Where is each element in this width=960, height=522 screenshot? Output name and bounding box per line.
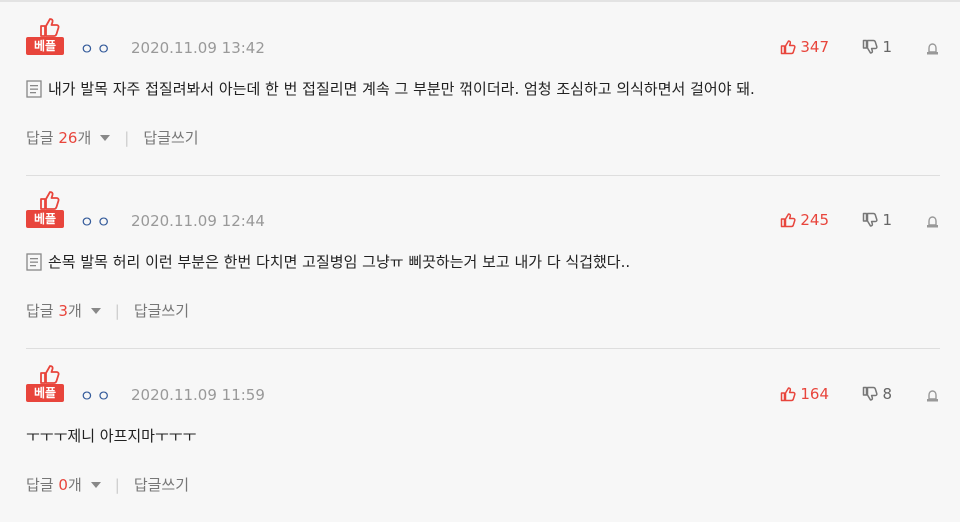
- comment-text: ㅜㅜㅜ제니 아프지마ㅜㅜㅜ: [26, 427, 197, 445]
- like-button[interactable]: 245: [780, 211, 829, 229]
- comment-footer: 답글 0개 | 답글쓰기: [26, 474, 189, 495]
- dislike-button[interactable]: 8: [862, 385, 892, 403]
- write-reply-link[interactable]: 답글쓰기: [134, 474, 189, 495]
- comment-item: 베플 ㅇㅇ 2020.11.09 13:42 347 1 내가 발목 자주 접질…: [0, 0, 960, 175]
- comment-item: 베플 ㅇㅇ 2020.11.09 11:59 164 8 ㅜㅜㅜ제니 아프지마ㅜ…: [0, 347, 960, 522]
- comment-text: 내가 발목 자주 접질려봐서 아는데 한 번 접질리면 계속 그 부분만 꺾이더…: [48, 80, 755, 98]
- report-icon[interactable]: [925, 214, 940, 229]
- thumbs-up-icon: [781, 213, 796, 228]
- reply-suffix: 개: [67, 476, 82, 494]
- dropdown-arrow-icon[interactable]: [90, 307, 101, 314]
- dislike-count: 1: [882, 38, 892, 56]
- thumbs-up-icon: [781, 40, 796, 55]
- separator: |: [114, 475, 120, 494]
- reply-toggle[interactable]: 답글 3개: [26, 300, 82, 321]
- comment-date: 2020.11.09 13:42: [131, 39, 265, 57]
- dropdown-arrow-icon[interactable]: [90, 481, 101, 488]
- reply-count: 26: [58, 129, 78, 147]
- reply-toggle[interactable]: 답글 26개: [26, 127, 91, 148]
- write-reply-link[interactable]: 답글쓰기: [134, 300, 189, 321]
- best-thumb-icon: [40, 18, 60, 37]
- like-count: 347: [800, 38, 829, 56]
- comment-body: ㅜㅜㅜ제니 아프지마ㅜㅜㅜ: [26, 425, 196, 446]
- best-comment-badge: 베플: [26, 189, 64, 229]
- reply-count: 3: [58, 302, 68, 320]
- nickname[interactable]: ㅇㅇ: [80, 211, 114, 232]
- reply-label: 답글: [26, 129, 54, 147]
- nickname[interactable]: ㅇㅇ: [80, 38, 114, 59]
- reply-suffix: 개: [67, 302, 82, 320]
- memo-icon: [26, 252, 42, 271]
- separator: |: [124, 128, 130, 147]
- best-comment-badge: 베플: [26, 363, 64, 403]
- thumbs-down-icon: [863, 386, 879, 401]
- reply-count: 0: [58, 476, 68, 494]
- thumbs-down-icon: [863, 212, 879, 227]
- comment-footer: 답글 3개 | 답글쓰기: [26, 300, 189, 321]
- comment-item: 베플 ㅇㅇ 2020.11.09 12:44 245 1 손목 발목 허리 이런…: [0, 173, 960, 348]
- like-count: 164: [800, 385, 829, 403]
- best-thumb-icon: [40, 365, 60, 384]
- comment-footer: 답글 26개 | 답글쓰기: [26, 127, 199, 148]
- reply-label: 답글: [26, 302, 54, 320]
- comment-date: 2020.11.09 12:44: [131, 212, 265, 230]
- like-button[interactable]: 164: [780, 385, 829, 403]
- best-comment-badge: 베플: [26, 16, 64, 56]
- thumbs-up-icon: [781, 387, 796, 402]
- like-button[interactable]: 347: [780, 38, 829, 56]
- memo-icon: [26, 79, 42, 98]
- comment-body: 내가 발목 자주 접질려봐서 아는데 한 번 접질리면 계속 그 부분만 꺾이더…: [26, 78, 755, 99]
- reply-label: 답글: [26, 476, 54, 494]
- dislike-count: 1: [882, 211, 892, 229]
- nickname[interactable]: ㅇㅇ: [80, 385, 114, 406]
- best-label: 베플: [26, 210, 64, 228]
- like-count: 245: [800, 211, 829, 229]
- best-thumb-icon: [40, 191, 60, 210]
- best-label: 베플: [26, 37, 64, 55]
- reply-toggle[interactable]: 답글 0개: [26, 474, 82, 495]
- dislike-count: 8: [882, 385, 892, 403]
- report-icon[interactable]: [925, 41, 940, 56]
- comment-date: 2020.11.09 11:59: [131, 386, 265, 404]
- report-icon[interactable]: [925, 388, 940, 403]
- comment-text: 손목 발목 허리 이런 부분은 한번 다치면 고질병임 그냥ㅠ 삐끗하는거 보고…: [48, 253, 631, 271]
- dislike-button[interactable]: 1: [862, 211, 892, 229]
- write-reply-link[interactable]: 답글쓰기: [143, 127, 198, 148]
- separator: |: [114, 301, 120, 320]
- best-label: 베플: [26, 384, 64, 402]
- dislike-button[interactable]: 1: [862, 38, 892, 56]
- thumbs-down-icon: [863, 39, 879, 54]
- dropdown-arrow-icon[interactable]: [100, 134, 111, 141]
- reply-suffix: 개: [77, 129, 92, 147]
- comment-body: 손목 발목 허리 이런 부분은 한번 다치면 고질병임 그냥ㅠ 삐끗하는거 보고…: [26, 251, 630, 272]
